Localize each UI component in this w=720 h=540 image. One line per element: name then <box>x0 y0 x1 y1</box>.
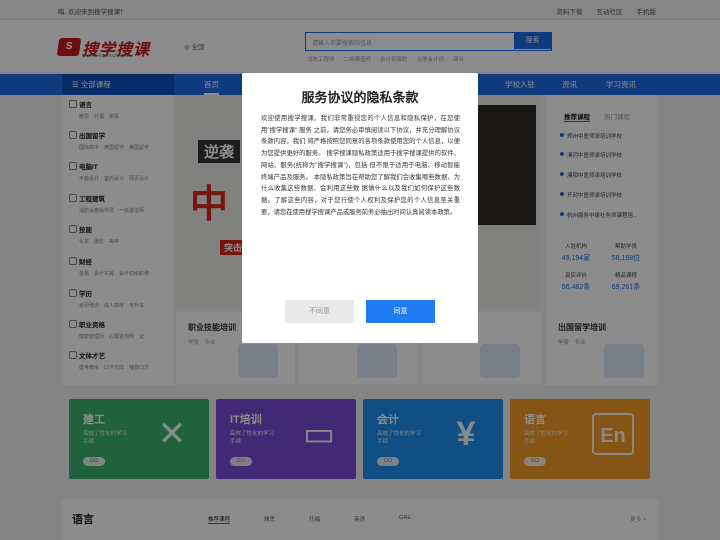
decline-button[interactable]: 不同意 <box>285 300 354 323</box>
privacy-dialog: 服务协议的隐私条款 欢迎使用搜学搜课。我们非常重视您的个人信息和隐私保护，在您使… <box>242 73 478 343</box>
dialog-body: 欢迎使用搜学搜课。我们非常重视您的个人信息和隐私保护，在您使用"搜学搜课" 服务… <box>261 115 460 216</box>
dialog-title: 服务协议的隐私条款 <box>301 90 419 105</box>
accept-button[interactable]: 同意 <box>366 300 435 323</box>
